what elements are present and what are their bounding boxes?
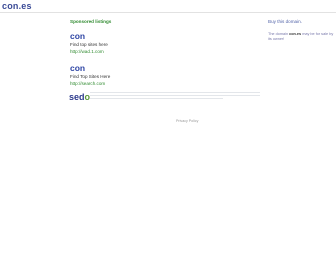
disclaimer-line xyxy=(90,95,260,96)
owner-note-domain: con.es xyxy=(289,32,302,36)
sponsored-listings-heading: Sponsored listings xyxy=(70,19,112,24)
site-logo[interactable]: con.es xyxy=(2,1,32,11)
listing-description: Find top sites here xyxy=(70,42,108,47)
buy-domain-link[interactable]: Buy this domain. xyxy=(268,19,334,24)
sidebar: Buy this domain. The domain con.es may b… xyxy=(268,19,334,42)
listing-item[interactable]: con Find top sites here http://wad.1.com xyxy=(70,31,190,55)
listing-url-link[interactable]: http://wad.1.com xyxy=(70,49,190,55)
listing-url-link[interactable]: http://search.com xyxy=(70,81,190,87)
disclaimer-line xyxy=(90,92,260,93)
listing-description: Find Top Sites Here xyxy=(70,74,111,79)
disclaimer-text-block xyxy=(90,92,260,102)
privacy-policy-link[interactable]: Privacy Policy xyxy=(176,119,198,123)
owner-note[interactable]: The domain con.es may be for sale by its… xyxy=(268,32,334,42)
header-divider xyxy=(0,12,336,13)
owner-note-prefix: The domain xyxy=(268,32,290,36)
sedo-logo: sedo xyxy=(69,92,90,102)
sedo-logo-prefix: sed xyxy=(69,92,85,102)
listing-title-link[interactable]: con xyxy=(70,31,190,41)
disclaimer-line xyxy=(90,98,223,99)
listing-item[interactable]: con Find Top Sites Here http://search.co… xyxy=(70,63,190,87)
listing-title-link[interactable]: con xyxy=(70,63,190,73)
